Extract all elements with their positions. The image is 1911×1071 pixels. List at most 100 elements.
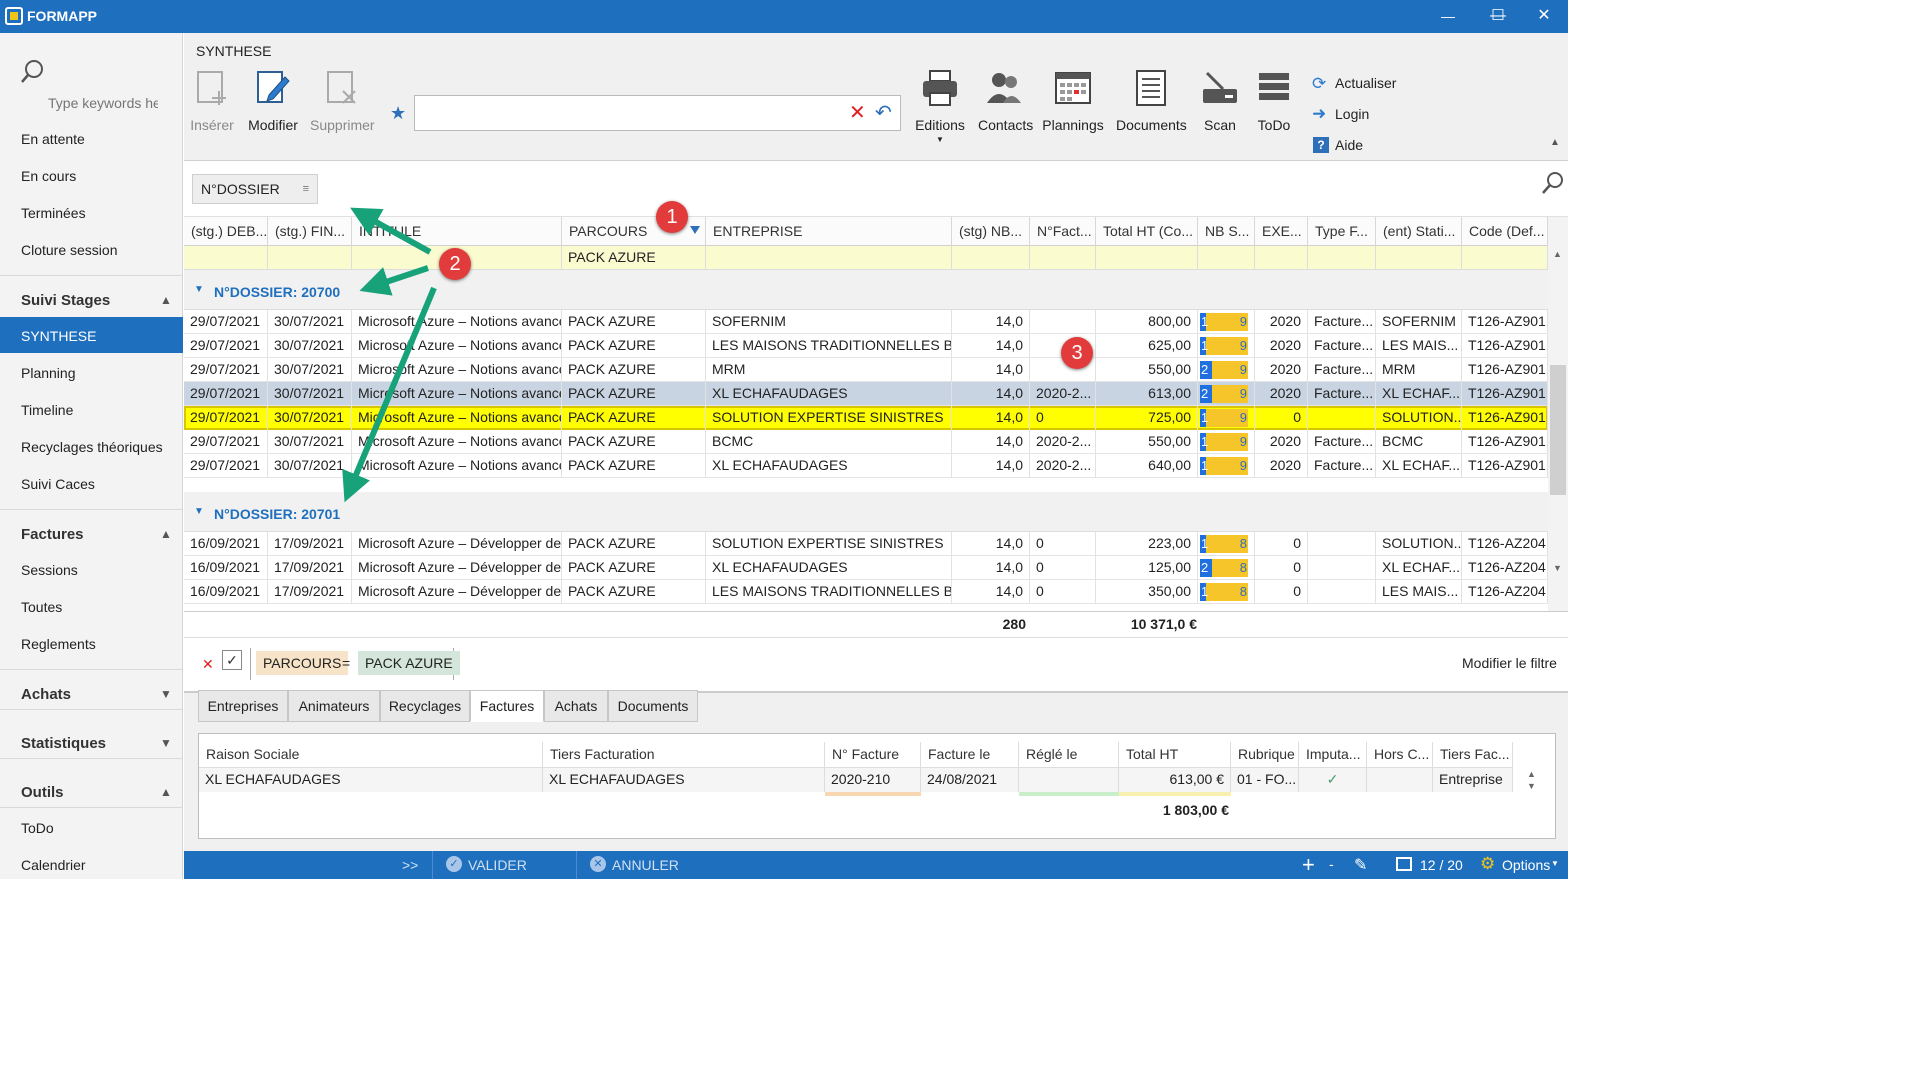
- expand-button[interactable]: >>: [402, 857, 418, 873]
- insert-button[interactable]: Insérer: [190, 69, 234, 133]
- table-row[interactable]: 16/09/2021 17/09/2021 Microsoft Azure – Dé…: [184, 580, 1548, 604]
- column-header[interactable]: (stg.) FIN...: [268, 217, 352, 246]
- filter-funnel-icon[interactable]: [690, 226, 700, 234]
- close-window-button[interactable]: ✕: [1524, 4, 1564, 28]
- favorite-star-icon[interactable]: ★: [390, 103, 406, 124]
- sidebar-item-suivi-caces[interactable]: Suivi Caces: [21, 476, 95, 492]
- filter-cell[interactable]: [1198, 246, 1255, 270]
- column-header[interactable]: NB S...: [1198, 217, 1255, 246]
- section-suivi-stages[interactable]: Suivi Stages: [21, 292, 110, 309]
- filter-enabled-checkbox[interactable]: ✓: [222, 650, 242, 670]
- sidebar-item-toutes[interactable]: Toutes: [21, 599, 62, 615]
- invoice-column-header[interactable]: Raison Sociale: [199, 742, 543, 768]
- tab-achats[interactable]: Achats: [544, 690, 608, 722]
- filter-value-chip[interactable]: PACK AZURE: [358, 651, 460, 675]
- invoice-column-header[interactable]: N° Facture: [825, 742, 921, 768]
- scroll-down-icon[interactable]: ▼: [1553, 563, 1562, 573]
- login-button[interactable]: Login: [1335, 106, 1369, 122]
- group-expand-icon[interactable]: ▼: [194, 284, 204, 295]
- sidebar-item-terminees[interactable]: Terminées: [21, 205, 86, 221]
- chevron-up-icon[interactable]: ▲: [160, 293, 172, 307]
- invoice-column-header[interactable]: Hors C...: [1367, 742, 1433, 768]
- section-factures[interactable]: Factures: [21, 526, 84, 543]
- section-statistiques[interactable]: Statistiques: [21, 735, 106, 752]
- sidebar-item-en-attente[interactable]: En attente: [21, 131, 85, 147]
- options-dropdown-icon[interactable]: ▼: [1551, 859, 1559, 868]
- column-header[interactable]: EXE...: [1255, 217, 1308, 246]
- column-header[interactable]: ENTREPRISE: [706, 217, 952, 246]
- table-row[interactable]: 29/07/2021 30/07/2021 Microsoft Azure – No…: [184, 430, 1548, 454]
- filter-cell[interactable]: [1255, 246, 1308, 270]
- tab-animateurs[interactable]: Animateurs: [288, 690, 380, 722]
- cancel-button[interactable]: ANNULER: [612, 857, 679, 873]
- invoice-column-header[interactable]: Imputa...: [1299, 742, 1367, 768]
- options-button[interactable]: Options: [1502, 857, 1550, 873]
- chevron-down-icon[interactable]: ▼: [160, 687, 172, 701]
- filter-cell[interactable]: [1096, 246, 1198, 270]
- sidebar-item-recyclages[interactable]: Recyclages théoriques: [21, 439, 163, 455]
- help-button[interactable]: Aide: [1335, 137, 1363, 153]
- filter-cell[interactable]: [1030, 246, 1096, 270]
- grid-scrollbar[interactable]: ▲ ▼: [1548, 217, 1568, 611]
- table-row[interactable]: 29/07/2021 30/07/2021 Microsoft Azure – No…: [184, 310, 1548, 334]
- table-row[interactable]: 29/07/2021 30/07/2021 Microsoft Azure – No…: [184, 358, 1548, 382]
- clear-filter-icon[interactable]: ✕: [849, 100, 866, 125]
- contacts-button[interactable]: Contacts: [978, 69, 1033, 133]
- invoice-column-header[interactable]: Rubrique: [1231, 742, 1299, 768]
- scan-button[interactable]: Scan: [1198, 69, 1242, 133]
- chevron-down-icon[interactable]: ▼: [160, 736, 172, 750]
- filter-cell[interactable]: [1376, 246, 1462, 270]
- invoice-column-header[interactable]: Total HT: [1119, 742, 1231, 768]
- filter-cell[interactable]: [1462, 246, 1548, 270]
- tab-entreprises[interactable]: Entreprises: [198, 690, 288, 722]
- invoice-column-header[interactable]: Tiers Facturation: [543, 742, 825, 768]
- group-expand-icon[interactable]: ▼: [194, 506, 204, 517]
- editions-button[interactable]: Editions ▼: [914, 69, 966, 144]
- chevron-up-icon[interactable]: ▲: [160, 527, 172, 541]
- table-row[interactable]: 29/07/2021 30/07/2021 Microsoft Azure – No…: [184, 334, 1548, 358]
- invoice-column-header[interactable]: Facture le: [921, 742, 1019, 768]
- tab-factures[interactable]: Factures: [470, 690, 544, 722]
- table-row[interactable]: 16/09/2021 17/09/2021 Microsoft Azure – Dé…: [184, 532, 1548, 556]
- filter-cell[interactable]: [1308, 246, 1376, 270]
- remove-filter-icon[interactable]: ✕: [202, 656, 214, 673]
- filter-cell[interactable]: [952, 246, 1030, 270]
- remove-icon[interactable]: -: [1329, 856, 1334, 872]
- documents-button[interactable]: Documents: [1116, 69, 1187, 133]
- filter-cell[interactable]: PACK AZURE: [562, 246, 706, 270]
- plannings-button[interactable]: Plannings: [1042, 69, 1104, 133]
- section-achats[interactable]: Achats: [21, 686, 71, 703]
- refresh-button[interactable]: Actualiser: [1335, 75, 1396, 91]
- filter-cell[interactable]: [706, 246, 952, 270]
- chevron-up-icon[interactable]: ▲: [160, 785, 172, 799]
- group-row[interactable]: ▼ N°DOSSIER: 20700: [184, 270, 1548, 310]
- section-outils[interactable]: Outils: [21, 784, 64, 801]
- group-row[interactable]: ▼ N°DOSSIER: 20701: [184, 492, 1548, 532]
- scroll-thumb[interactable]: [1550, 365, 1566, 495]
- filter-cell[interactable]: [268, 246, 352, 270]
- invoice-column-header[interactable]: Réglé le: [1019, 742, 1119, 768]
- sidebar-item-cloture-session[interactable]: Cloture session: [21, 242, 118, 258]
- sidebar-item-timeline[interactable]: Timeline: [21, 402, 73, 418]
- column-header[interactable]: Total HT (Co...: [1096, 217, 1198, 246]
- column-header[interactable]: (stg.) DEB...: [184, 217, 268, 246]
- group-chip-dossier[interactable]: N°DOSSIER ≡: [192, 174, 318, 204]
- column-header[interactable]: Code (Def...: [1462, 217, 1548, 246]
- sidebar-item-sessions[interactable]: Sessions: [21, 562, 78, 578]
- filter-box[interactable]: ✕ ↶: [414, 95, 901, 131]
- invoice-column-header[interactable]: Tiers Fac...: [1433, 742, 1513, 768]
- scroll-up-icon[interactable]: ▲: [1553, 249, 1562, 259]
- modify-button[interactable]: Modifier: [246, 69, 300, 133]
- tab-documents[interactable]: Documents: [608, 690, 698, 722]
- sidebar-item-synthese[interactable]: SYNTHESE: [21, 328, 96, 344]
- sidebar-item-reglements[interactable]: Reglements: [21, 636, 96, 652]
- filter-cell[interactable]: [184, 246, 268, 270]
- column-header[interactable]: (ent) Stati...: [1376, 217, 1462, 246]
- filter-operator[interactable]: =: [342, 655, 350, 671]
- column-header[interactable]: (stg) NB...: [952, 217, 1030, 246]
- tab-recyclages[interactable]: Recyclages: [380, 690, 470, 722]
- table-row[interactable]: 29/07/2021 30/07/2021 Microsoft Azure – No…: [184, 406, 1548, 430]
- filter-input[interactable]: [419, 102, 839, 124]
- delete-button[interactable]: Supprimer: [310, 69, 375, 133]
- maximize-button[interactable]: ☐: [1478, 4, 1518, 28]
